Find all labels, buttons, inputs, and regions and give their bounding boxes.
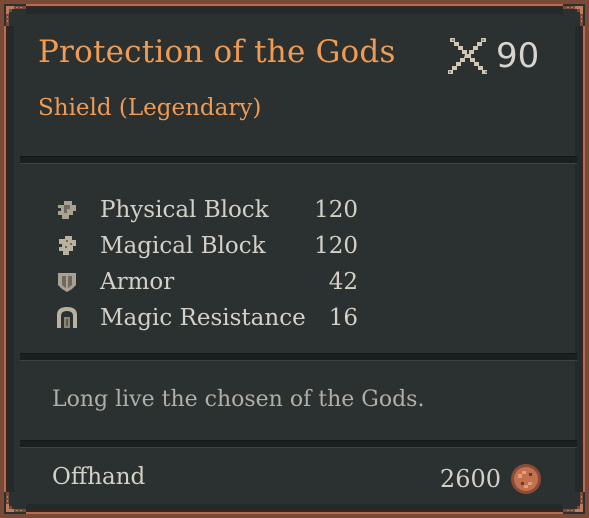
physical-block-icon xyxy=(52,195,82,225)
magic-resistance-icon xyxy=(52,303,82,333)
stat-label: Physical Block xyxy=(100,197,269,223)
stat-value: 16 xyxy=(328,305,358,331)
frame-corner-ornament xyxy=(563,492,585,514)
stats-divider xyxy=(20,353,577,361)
stat-row-magic-resistance: Magic Resistance 16 xyxy=(52,300,372,336)
frame-corner-ornament xyxy=(563,4,585,26)
item-name: Protection of the Gods xyxy=(38,34,396,70)
stat-value: 120 xyxy=(314,197,358,223)
item-description: Long live the chosen of the Gods. xyxy=(52,387,425,412)
magical-block-icon xyxy=(52,231,82,261)
item-level: 90 xyxy=(444,34,539,78)
item-tooltip: Protection of the Gods Shield (Legendary… xyxy=(0,0,589,518)
stat-label: Magical Block xyxy=(100,233,266,259)
stats-list: Physical Block 120 Magical Block 120 Arm… xyxy=(52,192,372,336)
frame-corner-ornament xyxy=(4,492,26,514)
header-divider xyxy=(20,156,577,164)
item-price: 2600 xyxy=(440,462,543,496)
price-value: 2600 xyxy=(439,465,501,493)
equip-slot: Offhand xyxy=(52,464,146,490)
armor-icon xyxy=(52,267,82,297)
crossed-swords-icon xyxy=(448,38,487,74)
stat-row-magical-block: Magical Block 120 xyxy=(52,228,372,264)
stat-value: 42 xyxy=(328,269,358,295)
gold-coin-icon xyxy=(511,464,541,494)
description-divider xyxy=(20,440,577,448)
stat-row-armor: Armor 42 xyxy=(52,264,372,300)
frame-corner-ornament xyxy=(4,4,26,26)
stat-value: 120 xyxy=(314,233,358,259)
item-level-value: 90 xyxy=(496,36,540,76)
stat-label: Magic Resistance xyxy=(100,305,306,331)
item-type: Shield (Legendary) xyxy=(38,95,262,121)
stat-row-physical-block: Physical Block 120 xyxy=(52,192,372,228)
stat-label: Armor xyxy=(100,269,175,295)
